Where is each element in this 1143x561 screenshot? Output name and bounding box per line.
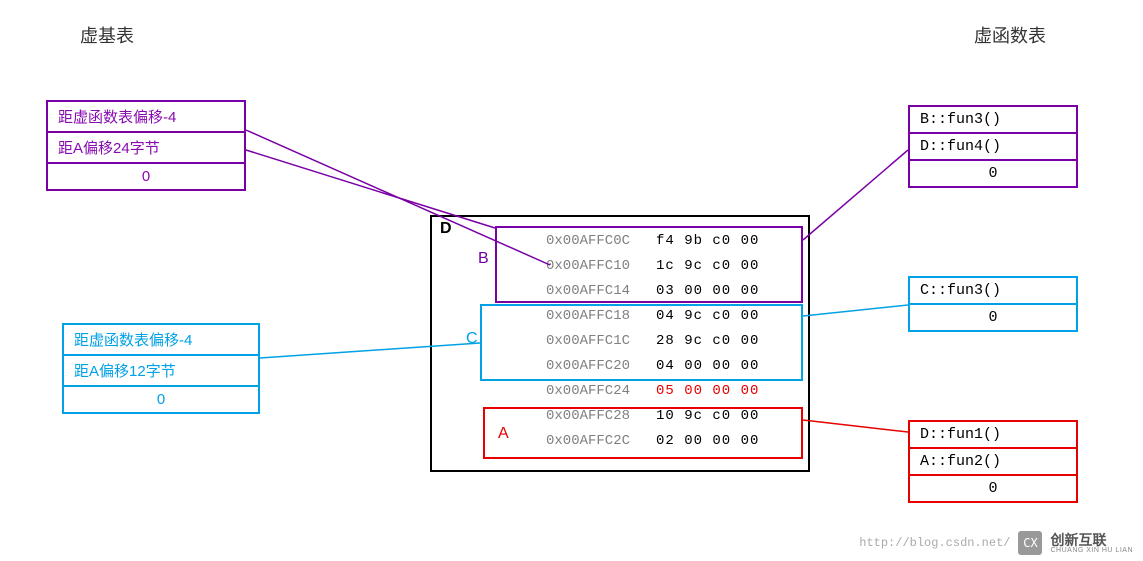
- footer-url: http://blog.csdn.net/: [859, 536, 1010, 550]
- vftable-c: C::fun3() 0: [908, 276, 1078, 332]
- memory-sub-a-label: A: [498, 425, 509, 443]
- heading-vbtable: 虚基表: [80, 22, 134, 48]
- memory-sub-c-box: [480, 304, 803, 381]
- memory-sub-b-label: B: [478, 250, 489, 268]
- vbtable-b: 距虚函数表偏移-4 距A偏移24字节 0: [46, 100, 246, 191]
- vbtable-c-row0: 距虚函数表偏移-4: [63, 324, 259, 355]
- vftable-a: D::fun1() A::fun2() 0: [908, 420, 1078, 503]
- footer-brand: 创新互联: [1050, 533, 1133, 547]
- vbtable-c-row2: 0: [63, 386, 259, 413]
- vbtable-b-row1: 距A偏移24字节: [47, 132, 245, 163]
- addr-6: 0x00AFFC24: [540, 378, 650, 403]
- footer-logo-icon: CX: [1018, 531, 1042, 555]
- vftable-b: B::fun3() D::fun4() 0: [908, 105, 1078, 188]
- vftable-a-row1: A::fun2(): [909, 448, 1077, 475]
- bytes-6: 05 00 00 00: [650, 378, 790, 403]
- vbtable-c: 距虚函数表偏移-4 距A偏移12字节 0: [62, 323, 260, 414]
- vftable-b-row2: 0: [909, 160, 1077, 187]
- heading-vftable: 虚函数表: [974, 22, 1046, 48]
- vbtable-b-row2: 0: [47, 163, 245, 190]
- footer-watermark: http://blog.csdn.net/ CX 创新互联 CHUANG XIN…: [859, 531, 1133, 555]
- memory-sub-a-box: [483, 407, 803, 459]
- vftable-c-row0: C::fun3(): [909, 277, 1077, 304]
- diagram-canvas: 虚基表 虚函数表 距虚函数表偏移-4 距A偏移24字节 0 距虚函数表偏移-4 …: [0, 0, 1143, 561]
- vbtable-b-row0: 距虚函数表偏移-4: [47, 101, 245, 132]
- memory-label-D: D: [440, 220, 452, 238]
- vftable-a-row2: 0: [909, 475, 1077, 502]
- vftable-a-row0: D::fun1(): [909, 421, 1077, 448]
- vbtable-c-row1: 距A偏移12字节: [63, 355, 259, 386]
- memory-sub-b-box: [495, 226, 803, 303]
- vftable-b-row1: D::fun4(): [909, 133, 1077, 160]
- vftable-c-row1: 0: [909, 304, 1077, 331]
- vftable-b-row0: B::fun3(): [909, 106, 1077, 133]
- memory-sub-c-label: C: [466, 330, 478, 348]
- footer-brand-sub: CHUANG XIN HU LIAN: [1050, 547, 1133, 554]
